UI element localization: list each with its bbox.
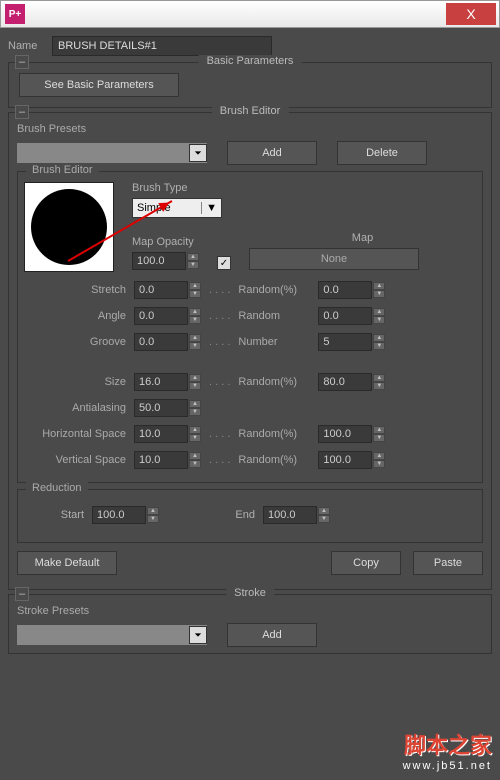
size-label: Size <box>24 376 134 388</box>
reduction-start-spinner[interactable]: 100.0▲▼ <box>92 506 159 524</box>
stretch-random-spinner[interactable]: 0.0▲▼ <box>318 281 385 299</box>
hspace-spinner[interactable]: 10.0▲▼ <box>134 425 201 443</box>
name-label: Name <box>8 40 52 52</box>
stroke-presets-label: Stroke Presets <box>17 605 483 617</box>
groove-number-label: Number <box>238 336 318 348</box>
size-spinner[interactable]: 16.0▲▼ <box>134 373 201 391</box>
stroke-presets-dropdown[interactable] <box>17 625 207 645</box>
make-default-button[interactable]: Make Default <box>17 551 117 575</box>
vspace-label: Vertical Space <box>24 454 134 466</box>
hspace-random-label: Random(%) <box>238 428 318 440</box>
map-label: Map <box>249 232 476 244</box>
map-opacity-spinner[interactable]: 100.0▲▼ <box>132 252 199 270</box>
collapse-brush-editor[interactable]: – <box>15 105 29 119</box>
titlebar: P+ X <box>0 0 500 28</box>
hspace-label: Horizontal Space <box>24 428 134 440</box>
delete-preset-button[interactable]: Delete <box>337 141 427 165</box>
groove-spinner[interactable]: 0.0▲▼ <box>134 333 201 351</box>
add-preset-button[interactable]: Add <box>227 141 317 165</box>
stretch-spinner[interactable]: 0.0▲▼ <box>134 281 201 299</box>
reduction-start-label: Start <box>44 509 84 521</box>
paste-button[interactable]: Paste <box>413 551 483 575</box>
reduction-end-label: End <box>225 509 255 521</box>
brush-editor-inner-label: Brush Editor <box>26 164 99 176</box>
brush-type-value: Simple <box>137 202 171 214</box>
vspace-random-spinner[interactable]: 100.0▲▼ <box>318 451 385 469</box>
map-opacity-checkbox[interactable]: ✓ <box>217 256 231 270</box>
hspace-random-spinner[interactable]: 100.0▲▼ <box>318 425 385 443</box>
antialias-label: Antialasing <box>24 402 134 414</box>
groove-label: Groove <box>24 336 134 348</box>
vspace-spinner[interactable]: 10.0▲▼ <box>134 451 201 469</box>
vspace-random-label: Random(%) <box>238 454 318 466</box>
size-random-spinner[interactable]: 80.0▲▼ <box>318 373 385 391</box>
section-header-stroke: Stroke <box>226 587 274 599</box>
watermark: 脚本之家 www.jb51.net <box>403 728 492 772</box>
map-opacity-label: Map Opacity <box>132 236 199 248</box>
copy-button[interactable]: Copy <box>331 551 401 575</box>
brush-type-select[interactable]: Simple ▼ <box>132 198 222 218</box>
size-random-label: Random(%) <box>238 376 318 388</box>
name-input[interactable] <box>52 36 272 56</box>
collapse-stroke[interactable]: – <box>15 587 29 601</box>
groove-number-spinner[interactable]: 5▲▼ <box>318 333 385 351</box>
chevron-down-icon: ▼ <box>201 202 217 214</box>
reduction-end-spinner[interactable]: 100.0▲▼ <box>263 506 330 524</box>
section-header-brush-editor: Brush Editor <box>212 105 289 117</box>
brush-type-label: Brush Type <box>132 182 476 194</box>
brush-presets-dropdown[interactable] <box>17 143 207 163</box>
stretch-random-label: Random(%) <box>238 284 318 296</box>
reduction-label: Reduction <box>26 482 88 494</box>
stroke-add-button[interactable]: Add <box>227 623 317 647</box>
angle-spinner[interactable]: 0.0▲▼ <box>134 307 201 325</box>
antialias-spinner[interactable]: 50.0▲▼ <box>134 399 201 417</box>
app-icon: P+ <box>5 4 25 24</box>
angle-label: Angle <box>24 310 134 322</box>
chevron-down-icon <box>189 626 207 644</box>
stretch-label: Stretch <box>24 284 134 296</box>
angle-random-label: Random <box>238 310 318 322</box>
map-button[interactable]: None <box>249 248 419 270</box>
section-header-basic: Basic Parameters <box>199 55 302 67</box>
angle-random-spinner[interactable]: 0.0▲▼ <box>318 307 385 325</box>
see-basic-params-button[interactable]: See Basic Parameters <box>19 73 179 97</box>
close-button[interactable]: X <box>446 3 496 25</box>
chevron-down-icon <box>189 144 207 162</box>
brush-preview <box>24 182 114 272</box>
collapse-basic-params[interactable]: – <box>15 55 29 69</box>
brush-presets-label: Brush Presets <box>17 123 483 135</box>
